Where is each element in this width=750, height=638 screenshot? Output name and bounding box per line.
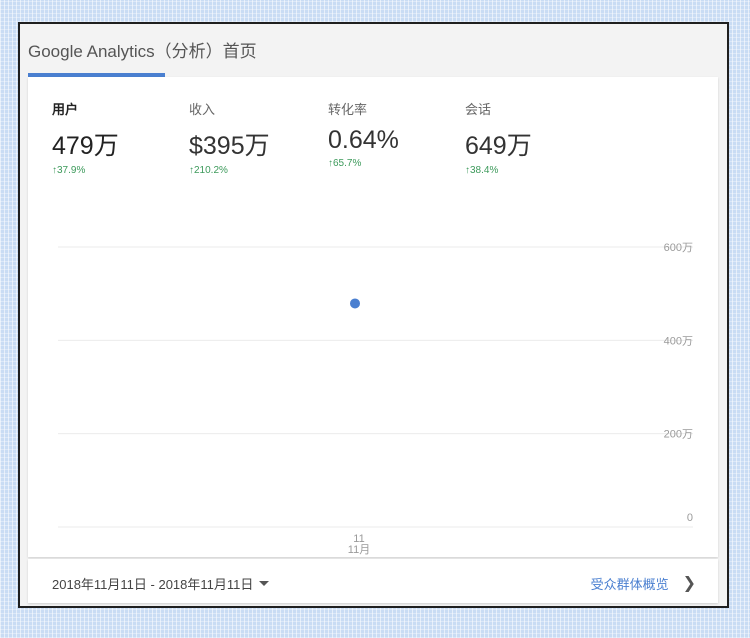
app-title[interactable]: Google Analytics（分析）首页 <box>28 37 257 62</box>
y-tick-label: 0 <box>687 512 693 524</box>
date-range-selector[interactable]: 2018年11月11日 - 2018年11月11日 <box>52 574 270 593</box>
data-point[interactable] <box>350 298 360 309</box>
chevron-right-icon: ❯ <box>682 575 696 592</box>
y-tick-label: 400万 <box>664 335 693 347</box>
caret-down-icon <box>259 581 270 586</box>
x-tick-label: 11月 <box>348 544 370 556</box>
audience-overview-label: 受众群体概览 <box>590 576 669 592</box>
y-tick-label: 200万 <box>664 429 693 441</box>
analytics-widget: Google Analytics（分析）首页 用户 479万 ↑37.9% 收入… <box>18 22 729 608</box>
y-tick-label: 600万 <box>664 242 693 254</box>
title-bar: Google Analytics（分析）首页 <box>20 24 727 77</box>
users-chart: 0200万400万600万1111月 <box>58 242 693 556</box>
metrics-card: 用户 479万 ↑37.9% 收入 $395万 ↑210.2% 转化率 0.64… <box>28 77 718 557</box>
card-footer: 2018年11月11日 - 2018年11月11日 受众群体概览 ❯ <box>28 559 718 603</box>
audience-overview-link[interactable]: 受众群体概览 ❯ <box>591 573 696 593</box>
date-range-label: 2018年11月11日 - 2018年11月11日 <box>52 577 254 592</box>
